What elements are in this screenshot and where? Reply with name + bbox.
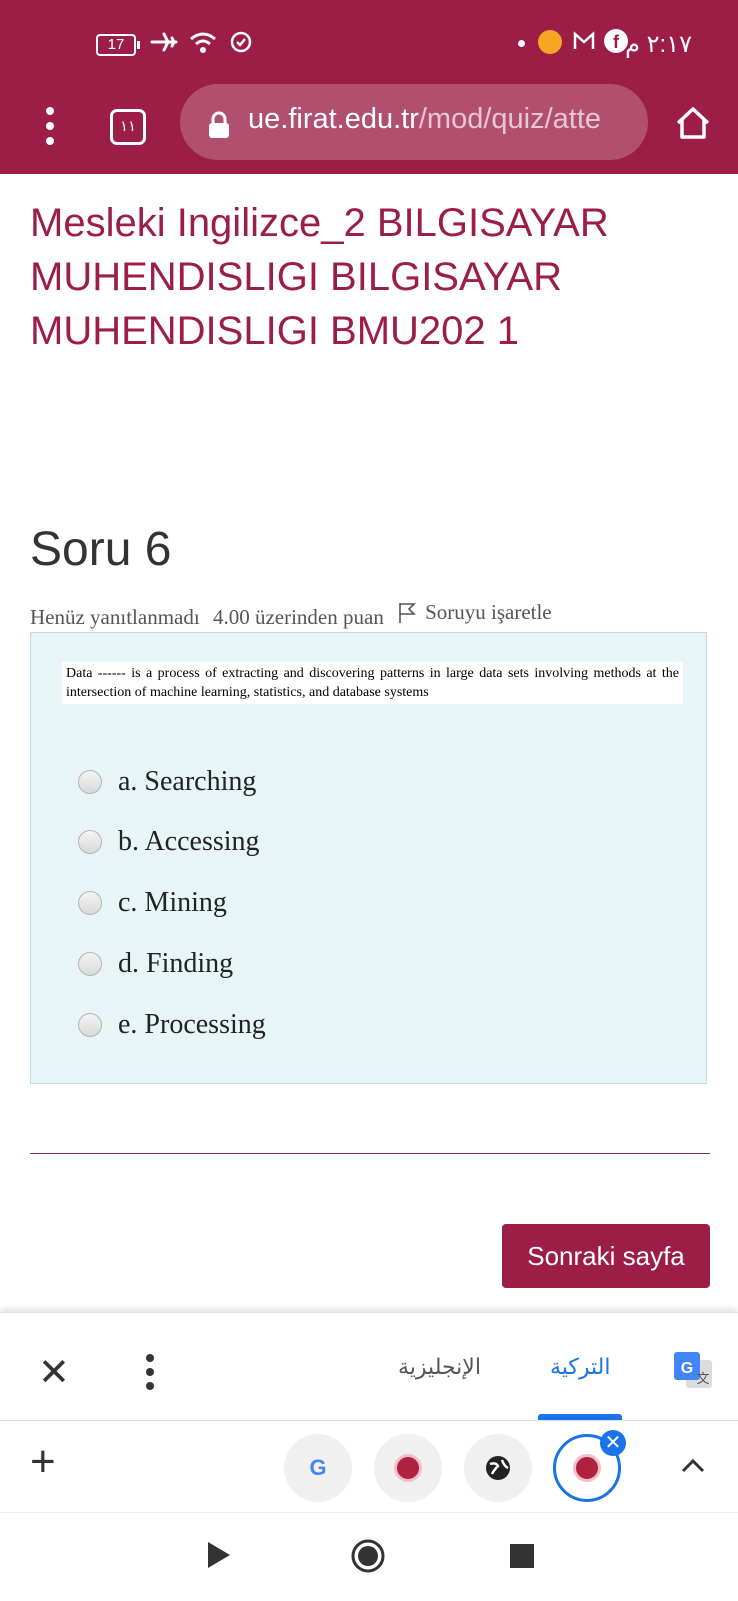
globe-icon [486, 1456, 510, 1480]
chevron-up-icon[interactable] [680, 1456, 706, 1479]
url-path: /mod/quiz/atte [418, 103, 602, 135]
flag-question-button[interactable]: Soruyu işaretle [397, 600, 560, 625]
notification-dot-icon [518, 40, 525, 47]
option-label: a. Searching [118, 766, 257, 797]
radio-button[interactable] [78, 891, 102, 915]
airplane-icon [150, 30, 178, 59]
alarm-icon [228, 28, 254, 59]
browser-menu-icon[interactable] [40, 104, 60, 148]
answer-option-e[interactable]: e. Processing [78, 1005, 266, 1045]
translate-menu-icon[interactable] [146, 1354, 156, 1396]
question-text: Data ------ is a process of extracting a… [62, 662, 683, 704]
answer-option-c[interactable]: c. Mining [78, 883, 227, 923]
radio-button[interactable] [78, 830, 102, 854]
home-icon[interactable] [674, 104, 712, 147]
google-icon: G [309, 1455, 327, 1480]
question-info: Henüz yanıtlanmadı 4.00 üzerinden puan S… [30, 600, 568, 630]
firat-logo-icon [394, 1454, 422, 1482]
question-points: 4.00 üzerinden puan [212, 604, 384, 629]
battery-indicator: 17 [96, 34, 140, 56]
close-icon[interactable]: ✕ [38, 1354, 70, 1392]
option-label: b. Accessing [118, 826, 260, 857]
tab-switcher-button[interactable]: ١١ [110, 109, 146, 145]
translate-bar [0, 1312, 738, 1421]
firat-logo-icon [573, 1454, 601, 1482]
tab-strip [0, 1420, 738, 1513]
answer-option-a[interactable]: a. Searching [78, 762, 256, 802]
question-status: Henüz yanıtlanmadı [30, 604, 200, 629]
flag-icon [399, 602, 417, 623]
tab-target-language[interactable]: الإنجليزية [398, 1354, 481, 1380]
question-heading: Soru 6 [30, 523, 172, 576]
answer-option-b[interactable]: b. Accessing [78, 822, 260, 862]
next-page-button[interactable]: Sonraki sayfa [502, 1224, 710, 1288]
answer-option-d[interactable]: d. Finding [78, 944, 233, 984]
radio-button[interactable] [78, 770, 102, 794]
tab-firat[interactable] [374, 1434, 442, 1502]
option-label: d. Finding [118, 948, 234, 979]
tab-google[interactable]: G [284, 1434, 352, 1502]
url-host: ue.firat.edu.tr [248, 103, 419, 135]
divider [30, 1153, 710, 1154]
course-title: Mesleki Ingilizce_2 BILGISAYAR MUHENDISL… [30, 201, 609, 353]
tab-globe[interactable] [464, 1434, 532, 1502]
flag-label: Soruyu işaretle [425, 600, 552, 624]
svg-text:G: G [681, 1360, 693, 1377]
radio-button[interactable] [78, 952, 102, 976]
home-nav-icon[interactable] [350, 1538, 386, 1579]
option-label: c. Mining [118, 887, 227, 918]
lock-icon[interactable] [206, 110, 232, 145]
radio-button[interactable] [78, 1013, 102, 1037]
url-text[interactable]: ue.firat.edu.tr/mod/quiz/atte [248, 103, 636, 136]
wifi-icon [188, 30, 218, 59]
youtube-notification-icon [538, 30, 562, 54]
back-icon[interactable] [206, 1540, 232, 1575]
status-time: ٢:١٧ م [625, 31, 692, 58]
option-label: e. Processing [118, 1009, 266, 1040]
gmail-icon [572, 30, 596, 57]
tab-source-language[interactable]: التركية [550, 1354, 611, 1380]
close-tab-icon[interactable]: ✕ [600, 1430, 626, 1456]
svg-text:文: 文 [696, 1372, 709, 1387]
new-tab-plus-icon[interactable]: + [30, 1440, 56, 1484]
recents-icon[interactable] [510, 1544, 534, 1568]
google-translate-icon: G文 [672, 1350, 714, 1397]
